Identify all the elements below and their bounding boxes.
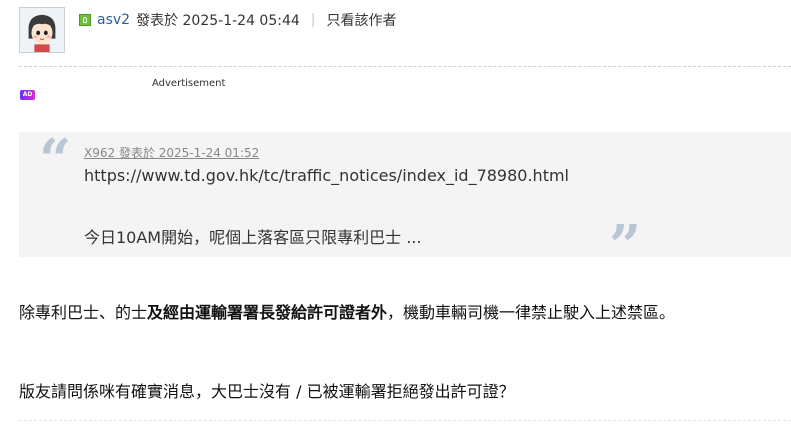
meta-separator: | <box>310 12 316 28</box>
body-text: 除專利巴士、的士 <box>19 303 148 322</box>
quote-url: https://www.td.gov.hk/tc/traffic_notices… <box>84 166 569 185</box>
quote-block: “ X962 發表於 2025-1-24 01:52 https://www.t… <box>19 127 791 274</box>
quote-close-icon: ” <box>609 213 642 279</box>
footer-divider <box>19 420 791 421</box>
header-divider <box>19 66 791 67</box>
ad-badge-icon[interactable]: AD <box>20 90 35 100</box>
advertisement-label: Advertisement <box>152 78 226 89</box>
body-paragraph-2: 版友請問係咪有確實消息，大巴士沒有 / 已被運輸署拒絕發出許可證？ <box>19 382 515 401</box>
user-avatar[interactable] <box>19 7 65 53</box>
quote-text: 今日10AM開始，呢個上落客區只限專利巴士 ... <box>84 228 422 247</box>
quote-open-icon: “ <box>39 127 72 193</box>
body-bold-text: 及經由運輸署署長發給許可證者外 <box>147 303 388 322</box>
post-timestamp: 發表於 2025-1-24 05:44 <box>136 13 300 29</box>
author-link[interactable]: asv2 <box>97 12 130 28</box>
view-author-only-link[interactable]: 只看該作者 <box>327 10 397 30</box>
online-status-icon <box>79 14 91 26</box>
post-header: asv2 發表於 2025-1-24 05:44 | 只看該作者 <box>79 10 397 30</box>
quote-author-link[interactable]: X962 發表於 2025-1-24 01:52 <box>84 144 259 161</box>
body-text: ，機動車輛司機一律禁止駛入上述禁區。 <box>387 303 676 322</box>
body-paragraph-1: 除專利巴士、的士及經由運輸署署長發給許可證者外，機動車輛司機一律禁止駛入上述禁區… <box>19 299 675 323</box>
avatar-girl-icon <box>20 8 64 52</box>
